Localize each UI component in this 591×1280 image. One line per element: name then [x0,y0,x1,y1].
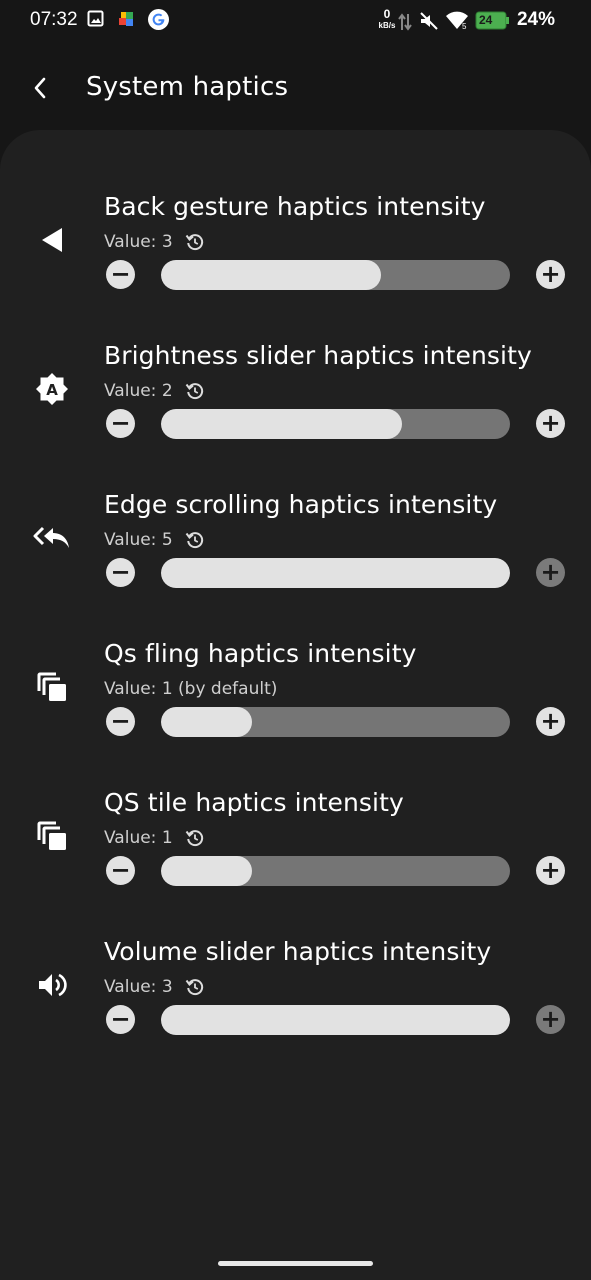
decrease-button[interactable]: − [106,1005,135,1034]
status-bar: 07:32 0 kB/s 5 24 24% [0,0,591,44]
intensity-slider[interactable] [161,1005,510,1035]
slider-fill [161,1005,510,1035]
setting-edge-scrolling: Edge scrolling haptics intensity Value: … [0,490,591,639]
setting-qs-fling: Qs fling haptics intensity Value: 1 (by … [0,639,591,788]
reset-icon[interactable] [185,977,205,997]
vibrate-off-icon [419,11,439,36]
setting-value: Value: 3 [104,232,205,252]
google-icon [148,9,169,35]
slider-fill [161,707,252,737]
gallery-icon [87,10,104,32]
svg-text:A: A [46,381,58,399]
status-time: 07:32 [30,9,78,30]
increase-button[interactable]: + [536,1005,565,1034]
gesture-home-bar[interactable] [218,1261,373,1266]
slider-fill [161,260,381,290]
slider-fill [161,409,402,439]
increase-button[interactable]: + [536,856,565,885]
net-speed-indicator: 0 kB/s [378,7,396,31]
decrease-button[interactable]: − [106,260,135,289]
decrease-button[interactable]: − [106,856,135,885]
brightness-auto-icon: A [32,369,72,409]
setting-title: QS tile haptics intensity [104,788,404,817]
intensity-slider[interactable] [161,856,510,886]
setting-value: Value: 5 [104,530,205,550]
setting-title: Volume slider haptics intensity [104,937,492,966]
battery-icon: 24 [475,11,511,35]
reset-icon[interactable] [185,381,205,401]
increase-button[interactable]: + [536,558,565,587]
back-button[interactable] [24,72,56,104]
intensity-slider[interactable] [161,558,510,588]
setting-title: Brightness slider haptics intensity [104,341,532,370]
app-puzzle-icon [117,10,137,35]
back-arrow-icon [34,77,46,99]
setting-title: Edge scrolling haptics intensity [104,490,498,519]
setting-back-gesture: Back gesture haptics intensity Value: 3 … [0,192,591,341]
wifi-icon: 5 [445,11,469,36]
reset-icon[interactable] [185,530,205,550]
setting-qs-tile: QS tile haptics intensity Value: 1 − + [0,788,591,937]
data-arrows-icon [398,12,412,37]
page-title: System haptics [86,72,289,102]
setting-title: Back gesture haptics intensity [104,192,486,221]
setting-title: Qs fling haptics intensity [104,639,417,668]
volume-icon [32,965,72,1005]
reset-icon[interactable] [185,232,205,252]
increase-button[interactable]: + [536,707,565,736]
decrease-button[interactable]: − [106,409,135,438]
decrease-button[interactable]: − [106,558,135,587]
battery-percent: 24% [516,9,555,30]
copy-stack-icon [32,667,72,707]
setting-value: Value: 1 (by default) [104,679,278,699]
setting-value: Value: 2 [104,381,205,401]
increase-button[interactable]: + [536,409,565,438]
setting-brightness-slider: A Brightness slider haptics intensity Va… [0,341,591,490]
copy-stack-icon [32,816,72,856]
setting-value: Value: 3 [104,977,205,997]
setting-value: Value: 1 [104,828,205,848]
slider-fill [161,558,510,588]
intensity-slider[interactable] [161,260,510,290]
reset-icon[interactable] [185,828,205,848]
intensity-slider[interactable] [161,707,510,737]
decrease-button[interactable]: − [106,707,135,736]
slider-fill [161,856,252,886]
intensity-slider[interactable] [161,409,510,439]
back-triangle-icon [32,220,72,260]
reply-all-icon [32,518,72,558]
increase-button[interactable]: + [536,260,565,289]
app-bar: System haptics [0,56,591,122]
setting-volume-slider: Volume slider haptics intensity Value: 3… [0,937,591,1086]
